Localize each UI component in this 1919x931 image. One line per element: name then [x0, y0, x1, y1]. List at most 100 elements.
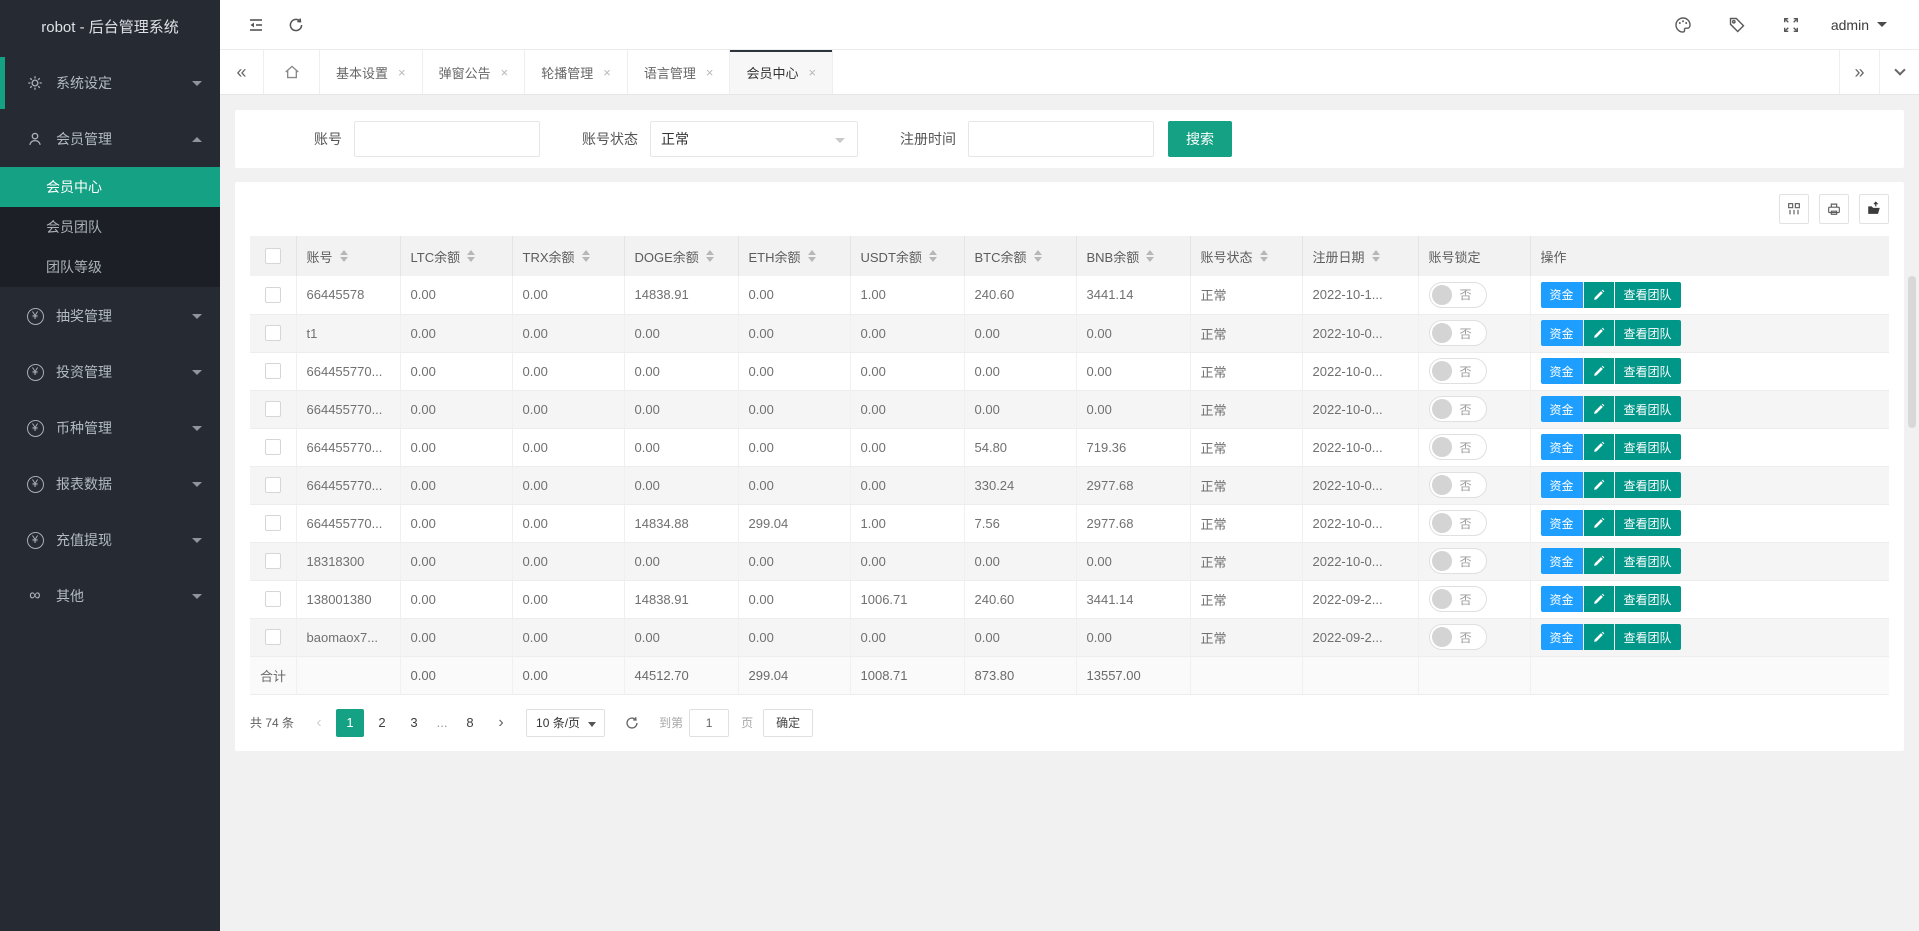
view-team-button[interactable]: 查看团队 [1615, 548, 1681, 574]
edit-button[interactable] [1584, 358, 1614, 384]
sidebar-item-investment-management[interactable]: ¥投资管理 [0, 344, 220, 400]
sidebar-item-report-data[interactable]: ¥报表数据 [0, 456, 220, 512]
lock-toggle[interactable]: 否 [1429, 282, 1487, 308]
export-button[interactable] [1859, 194, 1889, 224]
edit-button[interactable] [1584, 586, 1614, 612]
sidebar-item-member-management[interactable]: 会员管理 [0, 111, 220, 167]
close-icon[interactable]: × [706, 66, 714, 79]
fund-button[interactable]: 资金 [1541, 548, 1583, 574]
select-all-checkbox[interactable] [265, 248, 281, 264]
close-icon[interactable]: × [501, 66, 509, 79]
sidebar-item-other[interactable]: ∞其他 [0, 568, 220, 624]
lock-toggle[interactable]: 否 [1429, 396, 1487, 422]
close-icon[interactable]: × [398, 66, 406, 79]
edit-button[interactable] [1584, 320, 1614, 346]
register-time-input[interactable] [968, 121, 1154, 157]
fund-button[interactable]: 资金 [1541, 358, 1583, 384]
close-icon[interactable]: × [808, 66, 816, 79]
account-status-select[interactable]: 正常 [650, 121, 858, 157]
prev-page-button[interactable]: ‹ [308, 714, 330, 732]
column-header-ltc[interactable]: LTC余额 [400, 236, 512, 276]
fullscreen-button[interactable] [1771, 0, 1811, 50]
fund-button[interactable]: 资金 [1541, 586, 1583, 612]
lock-toggle[interactable]: 否 [1429, 548, 1487, 574]
tab-popup-announcement[interactable]: 弹窗公告× [423, 50, 526, 94]
sort-icon[interactable] [1034, 250, 1042, 262]
tab-member-center[interactable]: 会员中心× [730, 50, 833, 94]
row-checkbox[interactable] [265, 439, 281, 455]
lock-toggle[interactable]: 否 [1429, 472, 1487, 498]
sort-icon[interactable] [467, 250, 475, 262]
refresh-button[interactable] [276, 0, 316, 50]
lock-toggle[interactable]: 否 [1429, 510, 1487, 536]
column-header-date[interactable]: 注册日期 [1302, 236, 1418, 276]
column-header-btc[interactable]: BTC余额 [964, 236, 1076, 276]
column-header-bnb[interactable]: BNB余额 [1076, 236, 1190, 276]
fund-button[interactable]: 资金 [1541, 282, 1583, 308]
view-team-button[interactable]: 查看团队 [1615, 358, 1681, 384]
tab-carousel-management[interactable]: 轮播管理× [525, 50, 628, 94]
column-header-doge[interactable]: DOGE余额 [624, 236, 738, 276]
sidebar-item-currency-management[interactable]: ¥币种管理 [0, 400, 220, 456]
view-team-button[interactable]: 查看团队 [1615, 282, 1681, 308]
lock-toggle[interactable]: 否 [1429, 358, 1487, 384]
fund-button[interactable]: 资金 [1541, 510, 1583, 536]
page-button-3[interactable]: 3 [400, 709, 428, 737]
column-header-status[interactable]: 账号状态 [1190, 236, 1302, 276]
print-button[interactable] [1819, 194, 1849, 224]
column-header-account[interactable]: 账号 [296, 236, 400, 276]
view-team-button[interactable]: 查看团队 [1615, 510, 1681, 536]
row-checkbox[interactable] [265, 363, 281, 379]
row-checkbox[interactable] [265, 401, 281, 417]
tab-basic-settings[interactable]: 基本设置× [320, 50, 423, 94]
user-menu[interactable]: admin [1825, 0, 1893, 50]
confirm-page-button[interactable]: 确定 [763, 709, 813, 737]
goto-page-input[interactable] [689, 709, 729, 737]
row-checkbox[interactable] [265, 477, 281, 493]
fund-button[interactable]: 资金 [1541, 320, 1583, 346]
home-tab[interactable] [264, 50, 320, 94]
close-icon[interactable]: × [603, 66, 611, 79]
sort-icon[interactable] [706, 250, 714, 262]
next-page-button[interactable]: › [490, 714, 512, 732]
theme-palette-button[interactable] [1663, 0, 1703, 50]
view-team-button[interactable]: 查看团队 [1615, 472, 1681, 498]
edit-button[interactable] [1584, 624, 1614, 650]
column-header-usdt[interactable]: USDT余额 [850, 236, 964, 276]
sidebar-item-team-level[interactable]: 团队等级 [0, 247, 220, 287]
page-button-1[interactable]: 1 [336, 709, 364, 737]
sidebar-item-deposit-withdrawal[interactable]: ¥充值提现 [0, 512, 220, 568]
edit-button[interactable] [1584, 472, 1614, 498]
edit-button[interactable] [1584, 548, 1614, 574]
page-button-8[interactable]: 8 [456, 709, 484, 737]
fund-button[interactable]: 资金 [1541, 624, 1583, 650]
sort-icon[interactable] [582, 250, 590, 262]
lock-toggle[interactable]: 否 [1429, 586, 1487, 612]
view-team-button[interactable]: 查看团队 [1615, 586, 1681, 612]
search-button[interactable]: 搜索 [1168, 121, 1232, 157]
row-checkbox[interactable] [265, 325, 281, 341]
page-size-select[interactable]: 10 条/页 [526, 709, 605, 737]
page-button-2[interactable]: 2 [368, 709, 396, 737]
fund-button[interactable]: 资金 [1541, 396, 1583, 422]
sort-icon[interactable] [1372, 250, 1380, 262]
lock-toggle[interactable]: 否 [1429, 434, 1487, 460]
row-checkbox[interactable] [265, 515, 281, 531]
sort-icon[interactable] [1146, 250, 1154, 262]
account-input[interactable] [354, 121, 540, 157]
lock-toggle[interactable]: 否 [1429, 320, 1487, 346]
edit-button[interactable] [1584, 434, 1614, 460]
sort-icon[interactable] [1260, 250, 1268, 262]
scroll-tabs-left-button[interactable]: « [220, 50, 264, 94]
column-header-eth[interactable]: ETH余额 [738, 236, 850, 276]
tab-language-management[interactable]: 语言管理× [628, 50, 731, 94]
fund-button[interactable]: 资金 [1541, 434, 1583, 460]
sort-icon[interactable] [808, 250, 816, 262]
view-team-button[interactable]: 查看团队 [1615, 624, 1681, 650]
fund-button[interactable]: 资金 [1541, 472, 1583, 498]
row-checkbox[interactable] [265, 287, 281, 303]
tab-options-button[interactable] [1879, 50, 1919, 94]
scrollbar-thumb[interactable] [1908, 276, 1916, 428]
sidebar-item-member-team[interactable]: 会员团队 [0, 207, 220, 247]
edit-button[interactable] [1584, 510, 1614, 536]
